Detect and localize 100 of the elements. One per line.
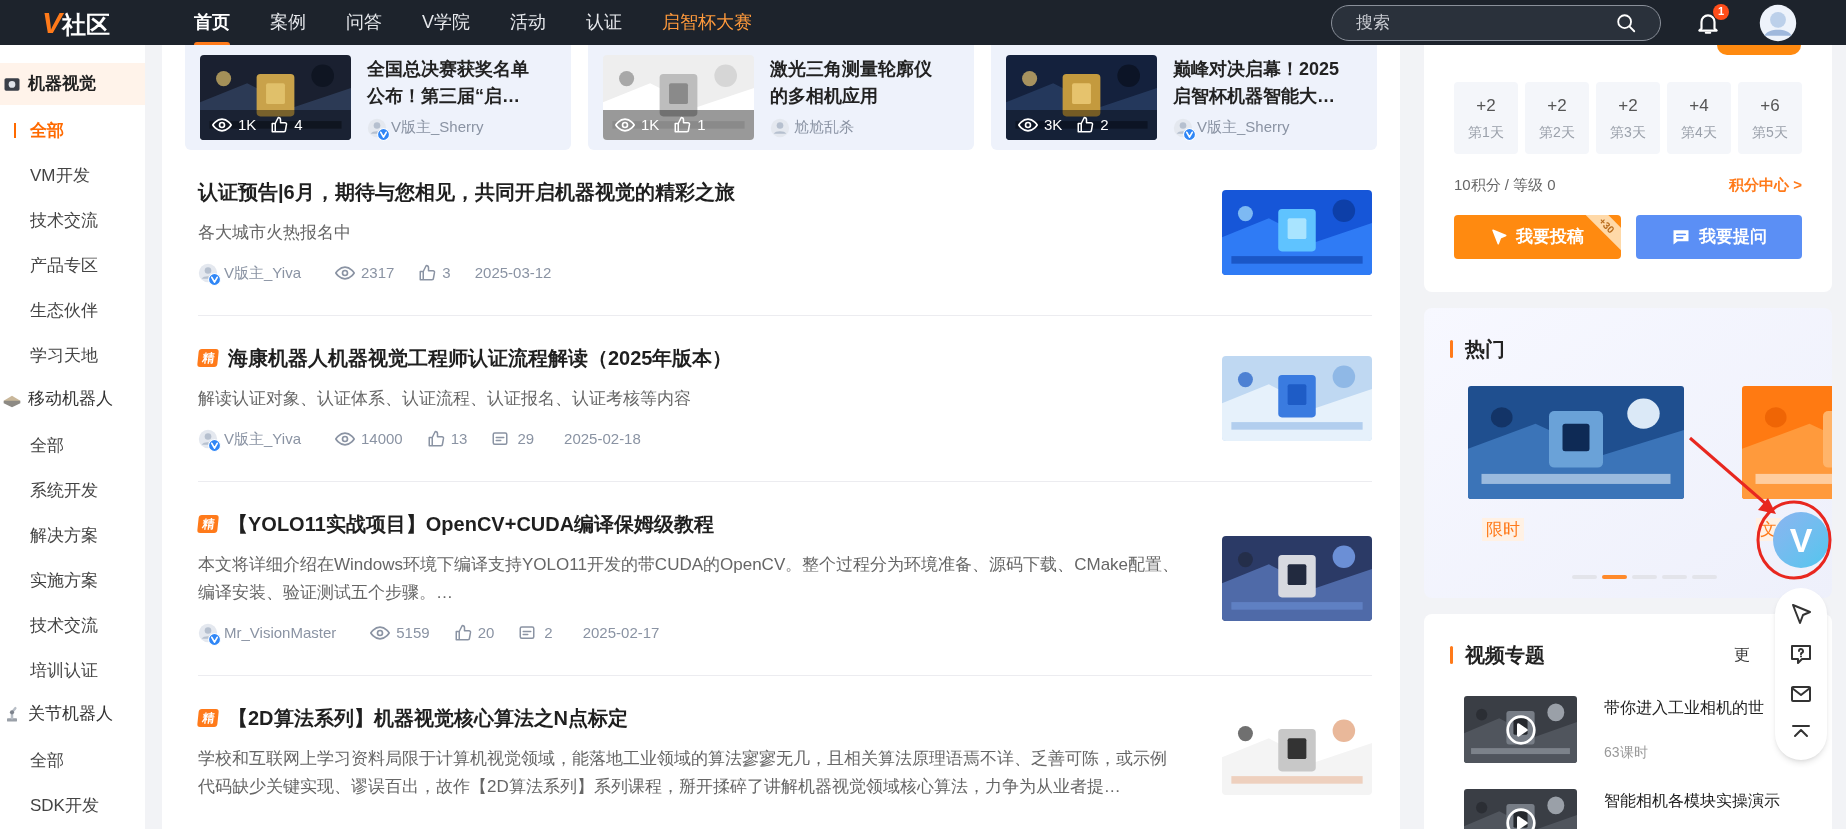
nav-tab[interactable]: 启智杯大赛 [662, 0, 752, 45]
avatar-icon [770, 117, 790, 138]
article-summary: 本文将详细介绍在Windows环境下编译支持YOLO11开发的带CUDA的OpenCV。整个过程分为环境准备、源码下载、CMake配置、编译安装、验证测试五个步骤。… [198, 554, 1181, 604]
view-count: 5159 [396, 622, 430, 643]
day-points: +2 [1618, 94, 1638, 117]
day-label: 第3天 [1610, 123, 1646, 143]
like-count: 2 [1100, 114, 1109, 135]
featured-card[interactable]: 1K 1 激光三角测量轮廓仪的多相机应用 尬尬乱杀 [588, 45, 974, 150]
like-count: 3 [442, 262, 451, 283]
send-icon[interactable] [1789, 602, 1813, 626]
logo-text: 社区 [62, 12, 110, 37]
checkin-button[interactable] [1717, 45, 1801, 55]
view-count: 1K [641, 114, 660, 135]
nav-tab[interactable]: 案例 [270, 0, 306, 45]
search-field[interactable]: 搜索 [1331, 4, 1661, 41]
like-count: 1 [697, 114, 706, 135]
comment-icon [518, 624, 537, 642]
article-title[interactable]: 认证预告|6月，期待与您相见，共同开启机器视觉的精彩之旅 [198, 178, 735, 206]
featured-badge: 精 [197, 349, 219, 367]
day-points: +4 [1689, 94, 1709, 117]
post-date: 2025-03-12 [474, 262, 552, 283]
day-label: 第2天 [1539, 123, 1575, 143]
comment-count: 2 [544, 622, 553, 643]
nav-tab[interactable]: 问答 [346, 0, 382, 45]
featured-badge: 精 [197, 515, 219, 533]
nav-tab[interactable]: 首页 [194, 0, 230, 45]
sidebar-section[interactable]: 关节机器人 [0, 693, 145, 735]
article-title[interactable]: 【2D算法系列】机器视觉核心算法之N点标定 [228, 704, 628, 732]
sidebar-item[interactable]: SDK开发 [0, 783, 145, 828]
points-summary: 10积分 / 等级 0 [1454, 175, 1556, 195]
day-label: 第5天 [1752, 123, 1788, 143]
like-count: 4 [294, 114, 303, 135]
nav-tab[interactable]: V学院 [422, 0, 470, 45]
eye-icon [1018, 115, 1038, 135]
day-points: +6 [1760, 94, 1780, 117]
notification-badge: 1 [1713, 3, 1729, 20]
sidebar-item[interactable]: 系统开发 [0, 468, 145, 513]
thumbs-up-icon [673, 116, 692, 134]
play-icon [1505, 714, 1537, 746]
day-label: 第1天 [1468, 123, 1504, 143]
nav-tab[interactable]: 活动 [510, 0, 546, 45]
logo-mark: V [42, 7, 62, 38]
verified-badge-icon [208, 273, 221, 286]
eye-icon [615, 115, 635, 135]
thumbs-up-icon [270, 116, 289, 134]
verified-badge-icon [208, 439, 221, 452]
thumbs-up-icon [418, 264, 437, 282]
day-points: +2 [1547, 94, 1567, 117]
sidebar-item[interactable]: 技术交流 [0, 198, 145, 243]
eye-icon [335, 429, 355, 449]
featured-card[interactable]: 3K 2 巅峰对决启幕！2025启智杯机器智能大… V版主_Sherry [991, 45, 1377, 150]
sidebar-item[interactable]: 全部 [0, 423, 145, 468]
section-title: 热门 [1465, 337, 1505, 362]
video-title[interactable]: 智能相机各模块实操演示 [1604, 789, 1780, 813]
question-icon[interactable] [1789, 642, 1813, 666]
eye-icon [335, 263, 355, 283]
view-count: 14000 [361, 428, 403, 449]
sidebar-item[interactable]: 技术交流 [0, 603, 145, 648]
post-date: 2025-02-18 [564, 428, 641, 449]
lesson-count: 63课时 [1604, 743, 1649, 762]
verified-badge-icon [208, 633, 221, 646]
nav-tab[interactable]: 认证 [586, 0, 622, 45]
sidebar-section[interactable]: 机器视觉 [0, 63, 145, 105]
thumbs-up-icon [453, 624, 472, 642]
sidebar-item[interactable]: 解决方案 [0, 513, 145, 558]
view-count: 1K [238, 114, 257, 135]
eye-icon [212, 115, 232, 135]
thumbs-up-icon [1076, 116, 1095, 134]
verified-badge-icon [1183, 127, 1196, 141]
sidebar-item[interactable]: 实施方案 [0, 558, 145, 603]
comment-icon [491, 430, 510, 448]
like-count: 13 [450, 428, 468, 449]
view-count: 3K [1044, 114, 1063, 135]
featured-badge: 精 [197, 709, 219, 727]
article-title[interactable]: 【YOLO11实战项目】OpenCV+CUDA编译保姆级教程 [228, 510, 715, 538]
sidebar-item[interactable]: 全部 [0, 738, 145, 783]
cursor-icon [1490, 227, 1509, 246]
post-date: 2025-02-17 [582, 622, 660, 643]
sidebar-item[interactable]: 产品专区 [0, 243, 145, 288]
card-title: 激光三角测量轮廓仪的多相机应用 [770, 58, 933, 109]
verified-badge-icon [377, 127, 390, 141]
like-count: 20 [477, 622, 495, 643]
comment-count: 29 [517, 428, 535, 449]
user-avatar-icon[interactable] [1759, 3, 1797, 42]
sidebar-item[interactable]: 生态伙伴 [0, 288, 145, 333]
featured-card[interactable]: 1K 4 全国总决赛获奖名单公布！第三届“启… V版主_Sherry [185, 45, 571, 150]
sidebar-item[interactable]: VM开发 [0, 153, 145, 198]
sidebar-item[interactable]: 培训认证 [0, 648, 145, 693]
article-summary: 解读认证对象、认证体系、认证流程、认证报名、认证考核等内容 [198, 388, 692, 410]
card-title: 全国总决赛获奖名单公布！第三届“启… [367, 58, 530, 109]
sidebar-section[interactable]: 移动机器人 [0, 378, 145, 420]
thumbs-up-icon [426, 430, 445, 448]
article-title[interactable]: 海康机器人机器视觉工程师认证流程解读（2025年版本） [228, 344, 733, 372]
slide-tag: 限时 [1482, 518, 1524, 541]
sidebar-item[interactable]: 学习天地 [0, 333, 145, 378]
article-summary: 学校和互联网上学习资料局限于计算机视觉领域，能落地工业领域的算法寥寥无几，且相关算法原理语焉不详、乏善可陈，或示例代码缺少关键实现、谬误百出，故作【2D算法系列】系列课程，掰开揉碎了讲解机器视觉领域核心算法，力争为从业者提… [198, 748, 1168, 798]
day-points: +2 [1476, 94, 1496, 117]
more-link[interactable]: 更 [1734, 643, 1750, 667]
video-title[interactable]: 带你进入工业相机的世 [1604, 696, 1764, 720]
search-icon[interactable] [1615, 11, 1637, 34]
